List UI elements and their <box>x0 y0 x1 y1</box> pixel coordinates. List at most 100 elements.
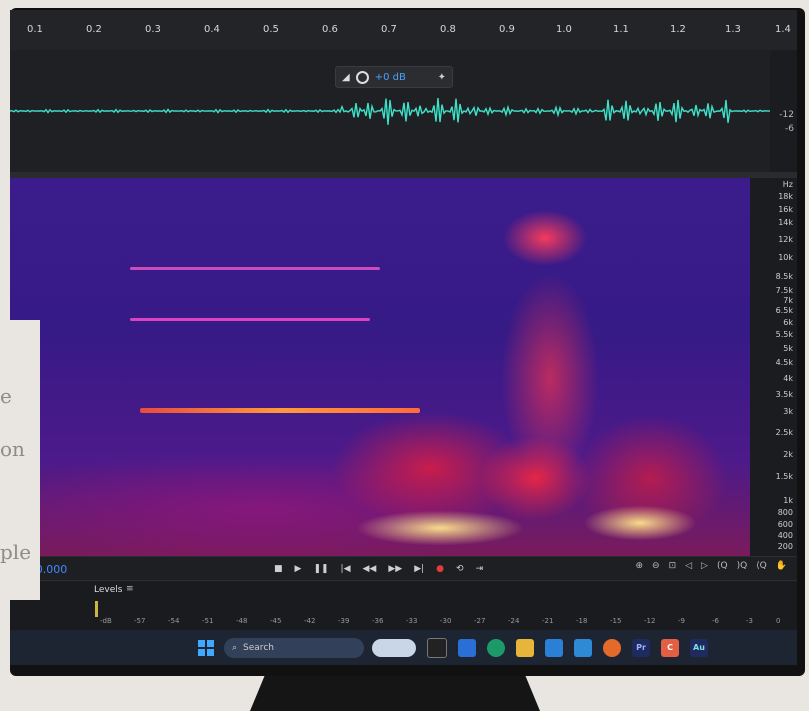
time-ruler[interactable]: 0.1 0.2 0.3 0.4 0.5 0.6 0.7 0.8 0.9 1.0 … <box>10 10 797 51</box>
hz-tick-label: 400 <box>777 531 793 540</box>
monitor-stand <box>250 676 540 711</box>
hz-tick-label: 8.5k <box>775 272 793 281</box>
time-tick-label: 1.4 <box>775 24 791 35</box>
meter-tick-label: -48 <box>236 617 248 625</box>
windows-taskbar: ⌕ Search Pr C Au <box>10 630 797 665</box>
levels-panel-title: Levels <box>94 585 123 595</box>
skip-end-icon[interactable]: ▶| <box>414 564 424 574</box>
time-tick-label: 1.3 <box>725 24 741 35</box>
zoom-out-time-icon[interactable]: )Q <box>737 561 748 571</box>
taskbar-search[interactable]: ⌕ Search <box>224 637 364 658</box>
volume-knob[interactable] <box>355 70 369 84</box>
time-tick-label: 0.8 <box>440 24 456 35</box>
db-tick-label: -12 <box>779 110 794 120</box>
time-tick-label: 1.0 <box>556 24 572 35</box>
signal-icon: ◢ <box>342 71 350 83</box>
audio-editor-screen: 0.1 0.2 0.3 0.4 0.5 0.6 0.7 0.8 0.9 1.0 … <box>10 10 797 665</box>
zoom-in-amplitude-icon[interactable]: ⊕ <box>635 561 643 571</box>
hz-tick-label: 18k <box>778 192 793 201</box>
level-meter-scale: -dB -57 -54 -51 -48 -45 -42 -39 -36 -33 … <box>100 617 790 629</box>
spectral-frequency-display[interactable] <box>10 178 750 556</box>
zoom-in-left-icon[interactable]: ◁ <box>685 561 692 571</box>
hz-tick-label: 16k <box>778 205 793 214</box>
harmonic-line <box>130 267 380 270</box>
paper-text-fragment: on <box>0 437 25 461</box>
db-tick-label: -6 <box>785 124 794 134</box>
time-tick-label: 1.1 <box>613 24 629 35</box>
zoom-hand-icon[interactable]: ✋ <box>776 561 787 571</box>
stop-icon[interactable]: ■ <box>274 564 283 574</box>
hz-tick-label: 1k <box>783 496 793 505</box>
widgets-icon[interactable] <box>372 638 416 657</box>
hz-tick-label: 12k <box>778 235 793 244</box>
meter-tick-label: -42 <box>304 617 316 625</box>
level-meter-bar <box>95 601 98 617</box>
play-icon[interactable]: ▶ <box>295 564 302 574</box>
zoom-in-right-icon[interactable]: ▷ <box>701 561 708 571</box>
fast-forward-icon[interactable]: ▶▶ <box>388 564 402 574</box>
time-tick-label: 0.2 <box>86 24 102 35</box>
zoom-out-amplitude-icon[interactable]: ⊖ <box>652 561 660 571</box>
premiere-icon[interactable]: Pr <box>632 638 650 657</box>
volume-db-value: +0 dB <box>374 71 406 83</box>
audition-icon[interactable]: Au <box>690 638 708 657</box>
task-view-icon[interactable] <box>427 637 447 658</box>
zoom-controls: ⊕ ⊖ ⊡ ◁ ▷ (Q )Q ⟨Q ✋ <box>635 561 787 571</box>
hz-tick-label: 3.5k <box>775 390 793 399</box>
volume-hud[interactable]: ◢ +0 dB ✦ <box>335 66 453 88</box>
time-tick-label: 0.4 <box>204 24 220 35</box>
hz-tick-label: 4.5k <box>775 358 793 367</box>
meter-tick-label: -21 <box>542 617 554 625</box>
meter-tick-label: -3 <box>746 617 753 625</box>
store-icon[interactable] <box>545 638 563 657</box>
meter-tick-label: -30 <box>440 617 452 625</box>
db-scale: -12 -6 <box>770 50 797 172</box>
meter-tick-label: -18 <box>576 617 588 625</box>
edge-icon[interactable] <box>487 638 505 657</box>
hz-tick-label: Hz <box>782 180 793 189</box>
hz-tick-label: 600 <box>777 520 793 529</box>
frequency-scale: Hz 18k 16k 14k 12k 10k 8.5k 7.5k 7k 6.5k… <box>750 178 797 556</box>
zoom-in-time-icon[interactable]: (Q <box>717 561 728 571</box>
windows-start-icon[interactable] <box>198 639 214 656</box>
meet-icon[interactable] <box>458 638 476 657</box>
hz-tick-label: 5.5k <box>775 330 793 339</box>
hz-tick-label: 6.5k <box>775 306 793 315</box>
skip-start-icon[interactable]: |◀ <box>341 564 351 574</box>
skip-selection-icon[interactable]: ⇥ <box>476 564 484 574</box>
meter-tick-label: -dB <box>100 617 112 625</box>
meter-tick-label: -54 <box>168 617 180 625</box>
search-placeholder: Search <box>243 642 274 653</box>
loop-icon[interactable]: ⟲ <box>456 564 464 574</box>
meter-tick-label: 0 <box>776 617 781 625</box>
time-tick-label: 0.3 <box>145 24 161 35</box>
record-icon[interactable]: ● <box>436 564 444 574</box>
hz-tick-label: 800 <box>777 508 793 517</box>
hz-tick-label: 7k <box>783 296 793 305</box>
meter-tick-label: -33 <box>406 617 418 625</box>
pause-icon[interactable]: ❚❚ <box>313 564 328 574</box>
meter-tick-label: -36 <box>372 617 384 625</box>
hz-tick-label: 6k <box>783 318 793 327</box>
meter-tick-label: -57 <box>134 617 146 625</box>
app-icon[interactable]: C <box>661 638 679 657</box>
meter-tick-label: -6 <box>712 617 719 625</box>
hz-tick-label: 5k <box>783 344 793 353</box>
meter-tick-label: -24 <box>508 617 520 625</box>
hz-tick-label: 3k <box>783 407 793 416</box>
meter-tick-label: -15 <box>610 617 622 625</box>
search-icon: ⌕ <box>232 642 238 653</box>
file-explorer-icon[interactable] <box>516 638 534 657</box>
panel-menu-icon[interactable]: ≡ <box>126 584 134 594</box>
rewind-icon[interactable]: ◀◀ <box>363 564 377 574</box>
hz-tick-label: 2k <box>783 450 793 459</box>
firefox-icon[interactable] <box>603 638 621 657</box>
hz-tick-label: 200 <box>777 542 793 551</box>
meter-tick-label: -12 <box>644 617 656 625</box>
zoom-selection-icon[interactable]: ⊡ <box>669 561 677 571</box>
time-tick-label: 0.7 <box>381 24 397 35</box>
meter-tick-label: -51 <box>202 617 214 625</box>
zoom-full-icon[interactable]: ⟨Q <box>756 561 767 571</box>
mail-icon[interactable] <box>574 638 592 657</box>
pin-icon[interactable]: ✦ <box>438 72 446 83</box>
